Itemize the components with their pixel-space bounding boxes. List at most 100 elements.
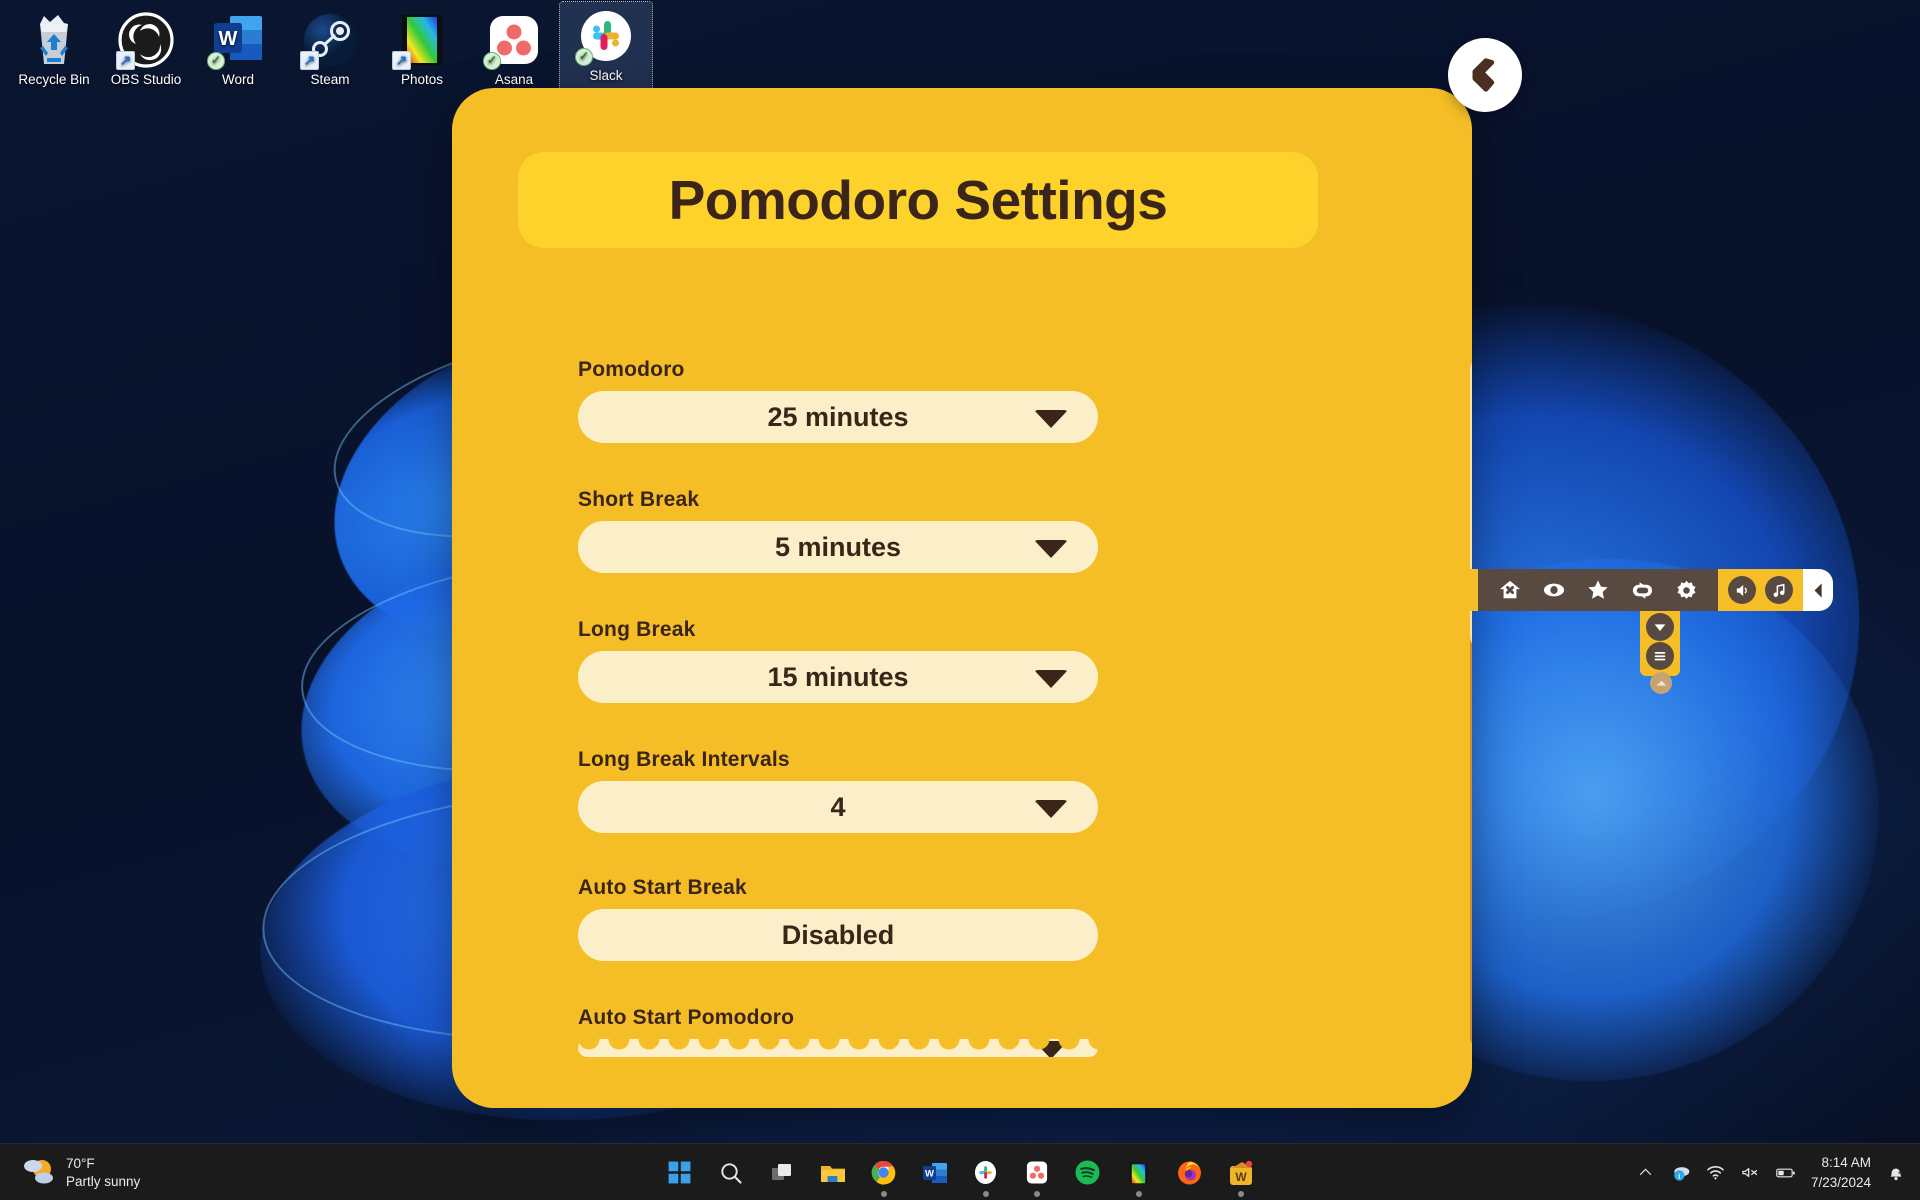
weather-widget[interactable]: 70°F Partly sunny: [22, 1152, 140, 1194]
svg-text:W: W: [219, 28, 238, 50]
partly-sunny-icon: [22, 1156, 56, 1191]
setting-auto-start-break: Auto Start Break Disabled: [578, 876, 1098, 961]
taskbar-spotify[interactable]: [1072, 1157, 1103, 1188]
long-break-intervals-dropdown[interactable]: 4: [578, 781, 1098, 833]
short-break-duration-dropdown[interactable]: 5 minutes: [578, 521, 1098, 573]
desktop-icon-label: Slack: [589, 68, 623, 83]
collapse-left-icon[interactable]: [1803, 569, 1833, 611]
synced-badge-icon: ✓: [207, 52, 225, 70]
chevron-down-icon[interactable]: [1646, 612, 1674, 641]
onedrive-icon[interactable]: i: [1671, 1163, 1691, 1183]
desktop-icon-word[interactable]: W ✓ Word: [192, 6, 284, 88]
desktop-icon-asana[interactable]: ✓ Asana: [468, 6, 560, 88]
taskbar-slack[interactable]: [970, 1157, 1001, 1197]
eye-icon[interactable]: [1542, 578, 1566, 602]
setting-label: Pomodoro: [578, 358, 685, 381]
recycle-bin-icon: [26, 12, 82, 68]
chevron-down-icon: [1034, 800, 1068, 818]
setting-auto-start-pomodoro: Auto Start Pomodoro: [578, 1006, 1098, 1059]
toolbar-media-group: [1718, 569, 1803, 611]
taskbar-asana[interactable]: [1021, 1157, 1052, 1197]
taskbar-file-explorer[interactable]: [817, 1157, 848, 1188]
system-tray: i 8:14 AM 7/23/2024 z: [1636, 1144, 1906, 1200]
setting-label: Short Break: [578, 488, 700, 511]
loop-icon[interactable]: [1630, 578, 1654, 602]
setting-value: Disabled: [781, 919, 895, 950]
toolbar-vertical-group: [1640, 604, 1680, 676]
clock[interactable]: 8:14 AM 7/23/2024: [1811, 1153, 1871, 1192]
word-icon: W ✓: [207, 12, 266, 70]
weather-text: 70°F Partly sunny: [66, 1155, 140, 1191]
weather-condition: Partly sunny: [66, 1174, 141, 1189]
long-break-duration-dropdown[interactable]: 15 minutes: [578, 651, 1098, 703]
desktop-icon-label: Photos: [400, 72, 444, 87]
desktop-icon-label: Steam: [310, 72, 350, 87]
running-indicator: [1033, 1191, 1040, 1197]
svg-text:W: W: [1235, 1170, 1247, 1184]
svg-text:i: i: [1678, 1171, 1680, 1180]
taskbar-word[interactable]: W: [919, 1157, 950, 1188]
setting-label: Long Break: [578, 618, 696, 641]
setting-value: 5 minutes: [774, 531, 902, 562]
speaker-icon[interactable]: [1728, 576, 1756, 604]
floating-toolbar[interactable]: [1462, 569, 1833, 611]
volume-muted-icon[interactable]: [1741, 1163, 1761, 1183]
dialog-title-bar: Pomodoro Settings: [518, 152, 1318, 248]
taskbar-start-button[interactable]: [664, 1157, 695, 1188]
toolbar-grip[interactable]: [1462, 569, 1478, 611]
pomodoro-duration-dropdown[interactable]: 25 minutes: [578, 391, 1098, 443]
taskbar-chrome[interactable]: [868, 1157, 899, 1197]
auto-start-pomodoro-dropdown[interactable]: [578, 1039, 1098, 1059]
music-note-icon[interactable]: [1765, 576, 1793, 604]
steam-icon: ↗: [300, 12, 358, 70]
running-indicator: [1135, 1191, 1142, 1197]
running-indicator: [1237, 1191, 1244, 1197]
chevron-down-icon: [1034, 670, 1068, 688]
taskbar-task-view-button[interactable]: [766, 1157, 797, 1188]
gear-icon[interactable]: [1674, 578, 1698, 602]
wifi-icon[interactable]: [1706, 1163, 1726, 1183]
chevron-down-icon: [1034, 1041, 1068, 1059]
clock-date: 7/23/2024: [1810, 1174, 1871, 1190]
setting-long-break: Long Break 15 minutes: [578, 618, 1098, 703]
battery-icon[interactable]: [1776, 1163, 1796, 1183]
taskbar-photos[interactable]: [1123, 1157, 1154, 1197]
desktop-icon-label: Word: [221, 72, 254, 87]
taskbar-firefox[interactable]: [1174, 1157, 1205, 1188]
menu-icon[interactable]: [1646, 642, 1674, 671]
desktop[interactable]: Recycle Bin ↗ OBS Studio W ✓ Word ↗ Stea…: [0, 0, 1920, 1200]
settings-scrollbar[interactable]: [1470, 358, 1472, 1073]
clock-time: 8:14 AM: [1821, 1154, 1871, 1170]
running-indicator: [982, 1191, 989, 1197]
svg-text:W: W: [925, 1168, 934, 1179]
star-icon[interactable]: [1586, 578, 1610, 602]
pomodoro-settings-dialog: Pomodoro Settings Pomodoro 25 minutes Sh…: [452, 88, 1472, 1108]
close-button[interactable]: [1448, 38, 1522, 112]
setting-pomodoro: Pomodoro 25 minutes: [578, 358, 1098, 443]
desktop-icon-obs-studio[interactable]: ↗ OBS Studio: [100, 6, 192, 88]
shortcut-overlay-icon: ↗: [392, 51, 411, 70]
weather-temperature: 70°F: [66, 1155, 95, 1171]
setting-label: Long Break Intervals: [578, 748, 790, 771]
settings-scroll-area[interactable]: Pomodoro 25 minutes Short Break 5 minute…: [452, 358, 1472, 1073]
desktop-icon-recycle-bin[interactable]: Recycle Bin: [8, 6, 100, 88]
setting-long-break-intervals: Long Break Intervals 4: [578, 748, 1098, 833]
synced-badge-icon: ✓: [483, 52, 501, 70]
desktop-icon-slack[interactable]: ✓ Slack: [559, 1, 653, 91]
home-icon[interactable]: [1498, 578, 1522, 602]
slack-icon: ✓: [575, 8, 634, 66]
taskbar-search-button[interactable]: [715, 1157, 746, 1188]
running-indicator: [880, 1191, 887, 1197]
show-hidden-icons-icon[interactable]: [1636, 1163, 1656, 1183]
desktop-icon-label: Asana: [494, 72, 534, 87]
auto-start-break-dropdown[interactable]: Disabled: [578, 909, 1098, 961]
taskbar-pomodoro-app[interactable]: W: [1225, 1157, 1256, 1197]
desktop-icon-label: Recycle Bin: [18, 72, 90, 87]
photos-icon: ↗: [392, 12, 450, 70]
asana-icon: ✓: [483, 12, 542, 70]
desktop-icon-photos[interactable]: ↗ Photos: [376, 6, 468, 88]
drag-handle-icon[interactable]: [1650, 672, 1672, 694]
do-not-disturb-bell-icon[interactable]: z: [1886, 1163, 1906, 1183]
setting-short-break: Short Break 5 minutes: [578, 488, 1098, 573]
desktop-icon-steam[interactable]: ↗ Steam: [284, 6, 376, 88]
